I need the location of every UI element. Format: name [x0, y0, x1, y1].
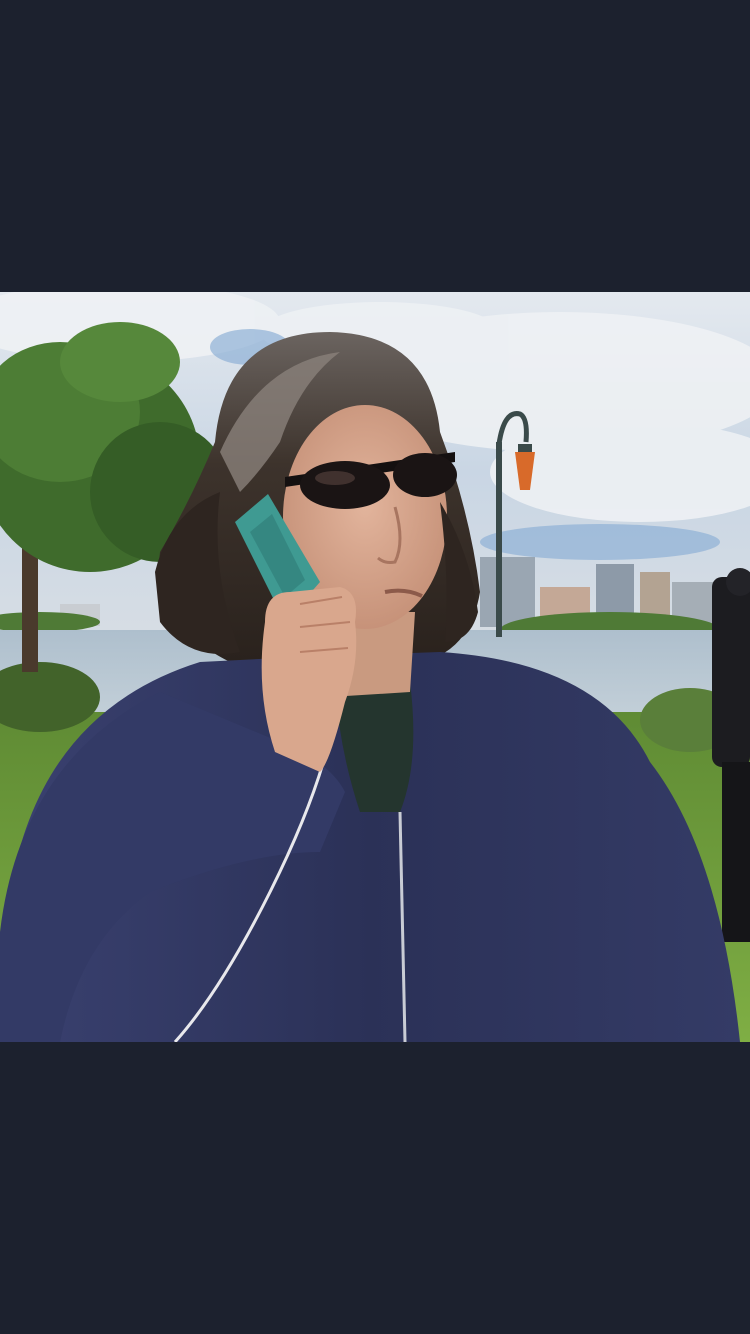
letterbox-top — [0, 0, 750, 292]
photo-illustration — [0, 292, 750, 1042]
photo-viewer-screen — [0, 0, 750, 1334]
letterbox-bottom — [0, 1042, 750, 1334]
photo[interactable] — [0, 292, 750, 1042]
